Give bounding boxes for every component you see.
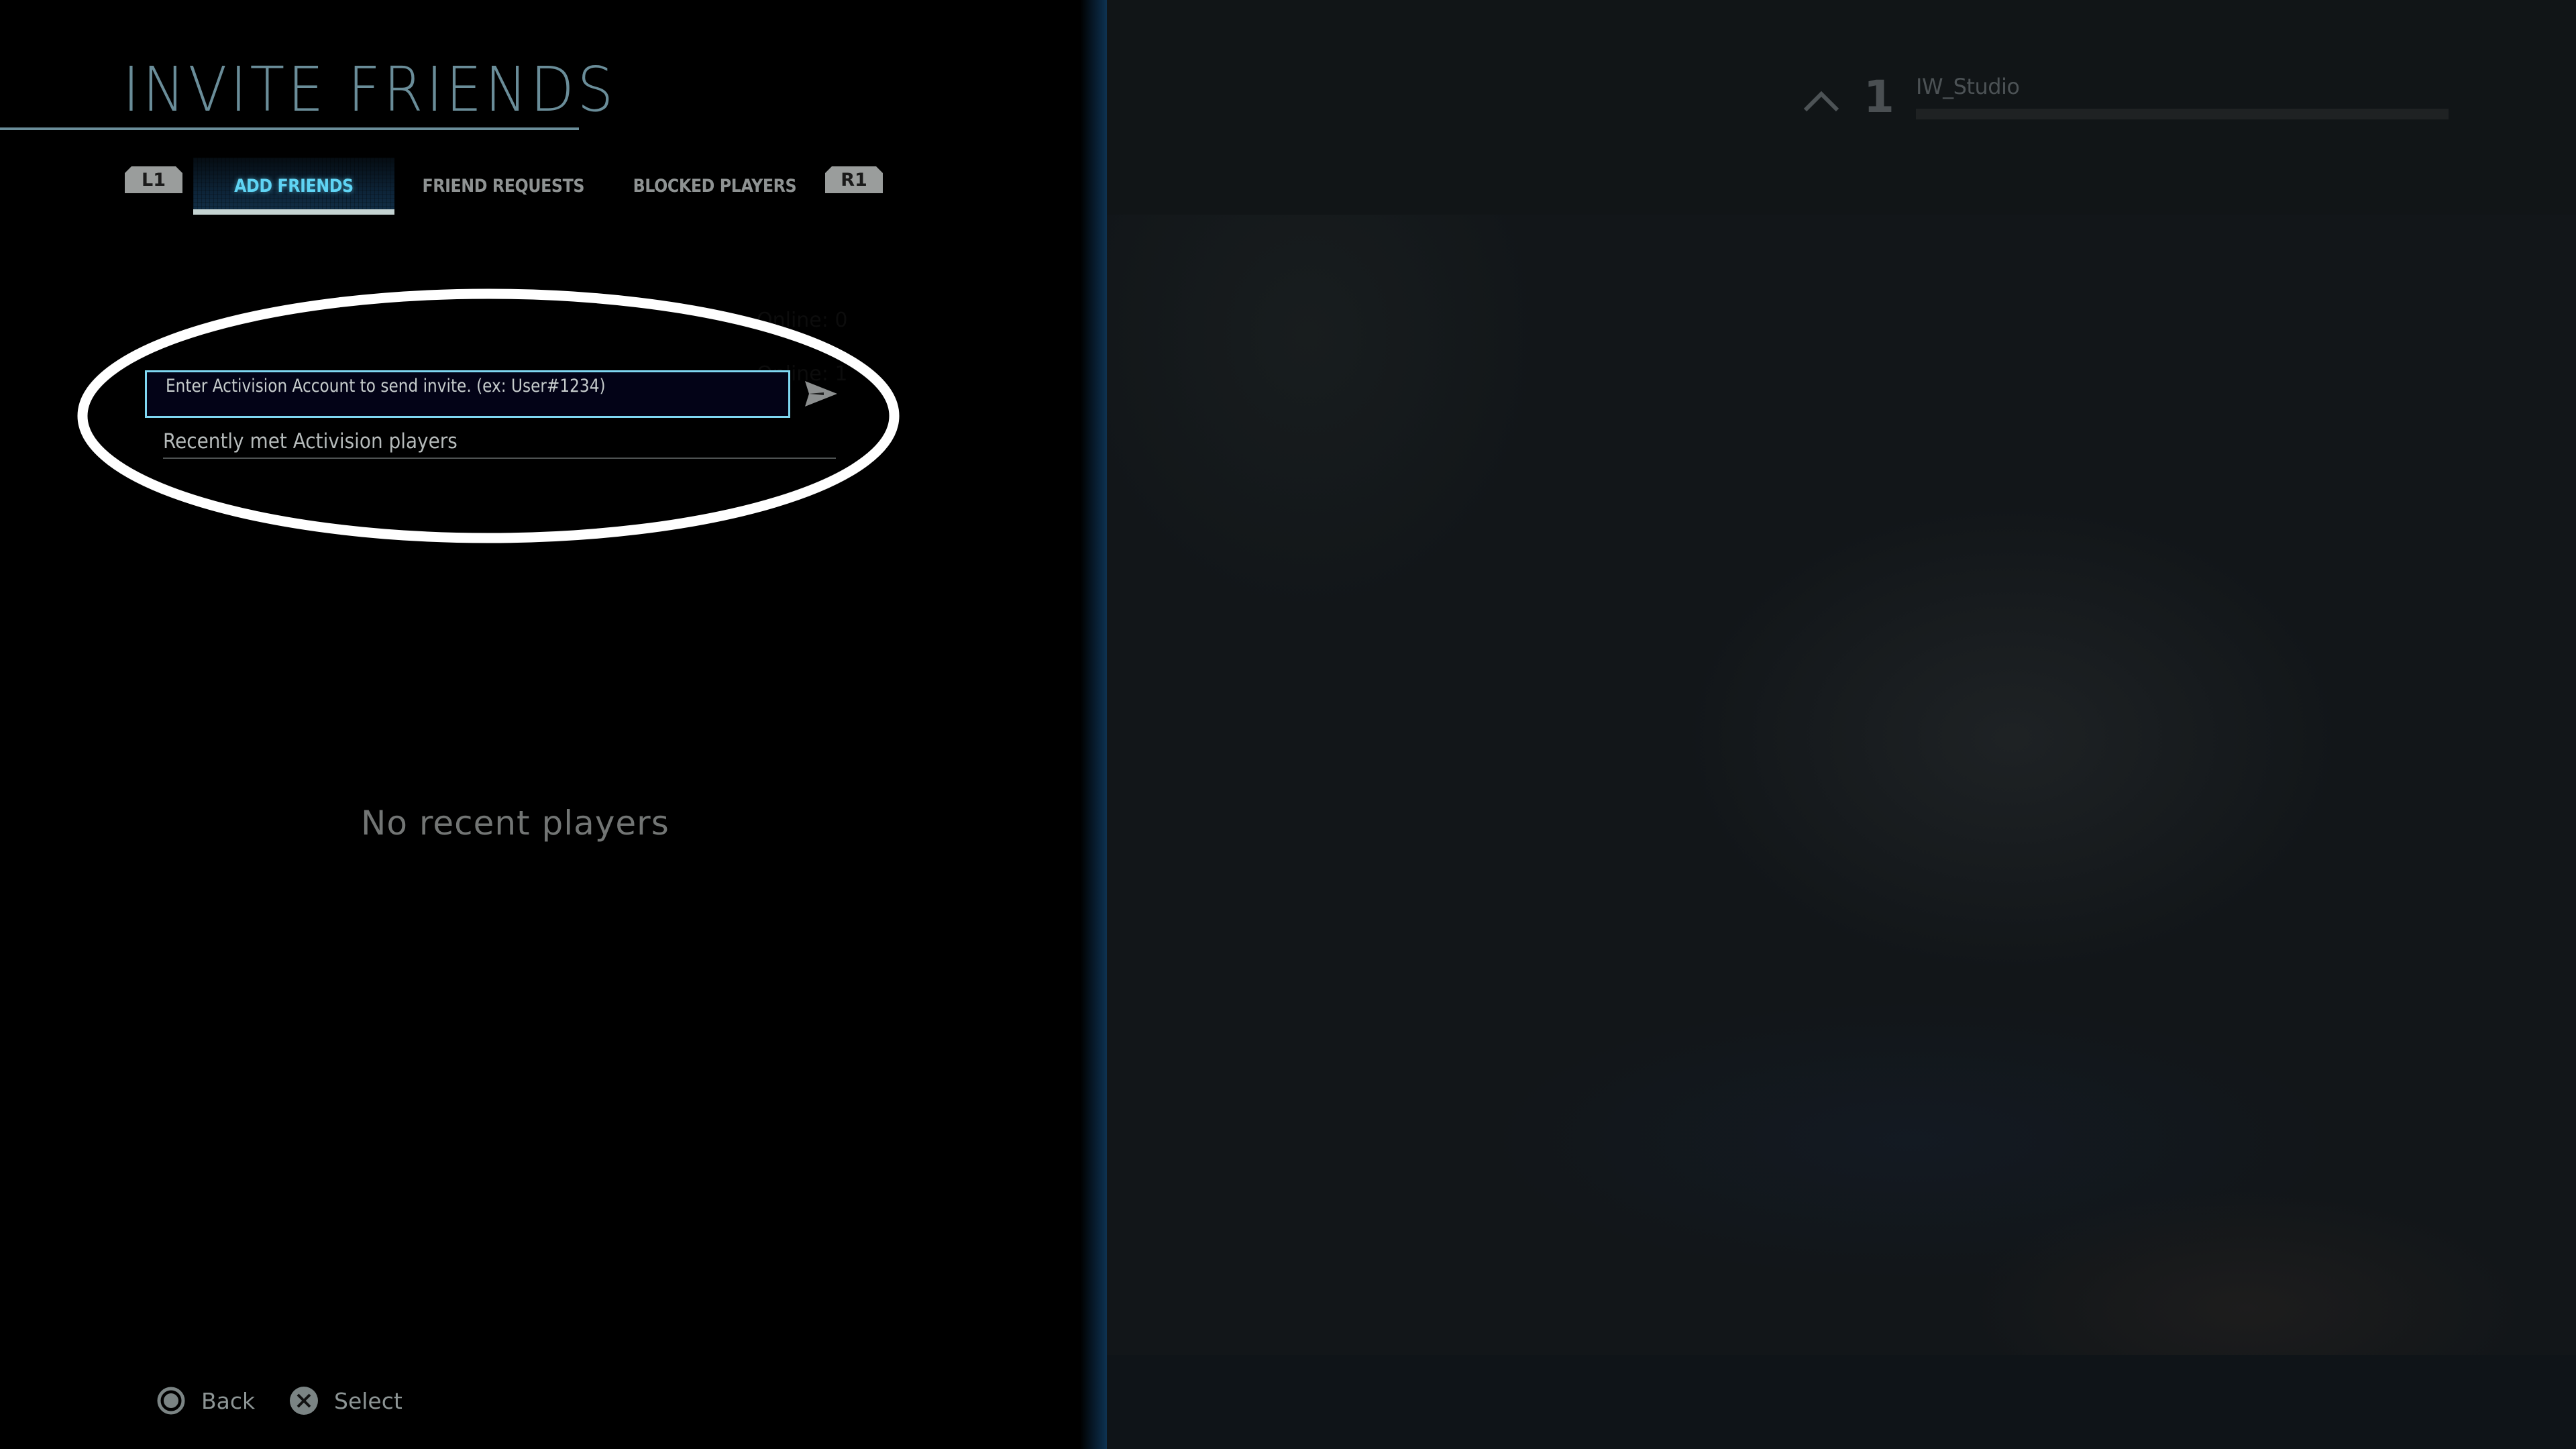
cross-button-icon — [290, 1387, 318, 1415]
select-label: Select — [334, 1387, 402, 1414]
send-arrow-icon[interactable] — [804, 380, 839, 408]
recent-players-divider — [163, 458, 836, 459]
activision-account-input[interactable]: Enter Activision Account to send invite.… — [145, 370, 790, 418]
invite-friends-screen: 1 IW_Studio INVITE FRIENDS L1 ADD FRIEND… — [0, 0, 2576, 1449]
tab-label: FRIEND REQUESTS — [422, 176, 584, 197]
back-button[interactable]: Back — [157, 1386, 255, 1415]
party-member-name: IW_Studio — [1916, 74, 2020, 99]
tab-label: BLOCKED PLAYERS — [633, 176, 796, 197]
previous-tab-l1-button[interactable]: L1 — [125, 166, 182, 193]
select-button[interactable]: Select — [290, 1386, 402, 1415]
panel-edge-glow — [1080, 0, 1107, 1449]
party-member-rank: 1 — [1864, 71, 1894, 123]
recent-players-heading: Recently met Activision players — [163, 429, 458, 453]
invite-friends-panel: INVITE FRIENDS L1 ADD FRIENDS FRIEND REQ… — [0, 0, 1107, 1449]
tab-label: ADD FRIENDS — [234, 176, 354, 197]
lobby-header — [1107, 0, 2576, 215]
ghost-status-text: Online: 0 — [757, 309, 848, 332]
back-label: Back — [201, 1387, 256, 1414]
chevron-up-icon — [1803, 91, 1839, 112]
lobby-background-panel: 1 IW_Studio — [1107, 0, 2576, 1449]
lobby-footer — [1107, 1355, 2576, 1449]
empty-state-message: No recent players — [361, 804, 669, 843]
title-divider — [0, 127, 579, 130]
circle-button-icon — [157, 1387, 185, 1415]
next-tab-r1-button[interactable]: R1 — [825, 166, 883, 193]
input-placeholder: Enter Activision Account to send invite.… — [166, 376, 606, 396]
page-title: INVITE FRIENDS — [123, 54, 616, 125]
tab-blocked-players[interactable]: BLOCKED PLAYERS — [624, 158, 805, 215]
tab-friend-requests[interactable]: FRIEND REQUESTS — [413, 158, 594, 215]
tab-add-friends[interactable]: ADD FRIENDS — [193, 158, 394, 215]
party-member-progress-bar — [1916, 109, 2449, 119]
